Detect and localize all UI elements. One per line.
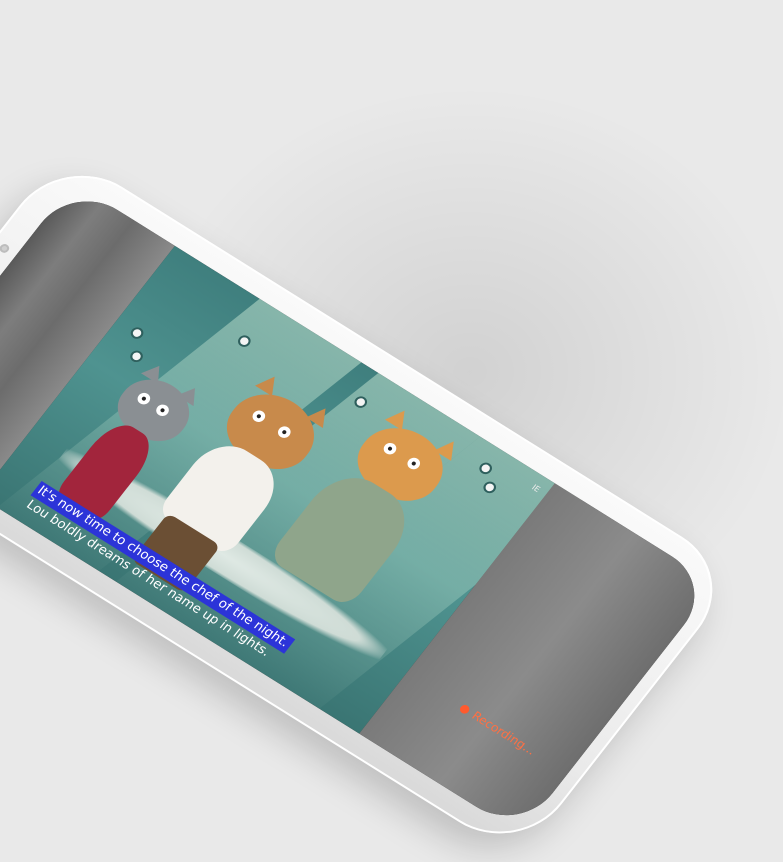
proximity-sensor bbox=[0, 242, 12, 255]
audience-eye bbox=[131, 327, 143, 339]
device-stage: IE It's now time to choose the chef of t… bbox=[0, 0, 783, 860]
phone-screen: IE It's now time to choose the chef of t… bbox=[0, 182, 716, 835]
recording-indicator[interactable]: Recording... bbox=[456, 701, 538, 758]
recording-label: Recording... bbox=[469, 708, 539, 758]
red-dot-icon bbox=[457, 702, 472, 715]
phone-device: IE It's now time to choose the chef of t… bbox=[0, 150, 742, 860]
audience-eye bbox=[130, 351, 143, 362]
